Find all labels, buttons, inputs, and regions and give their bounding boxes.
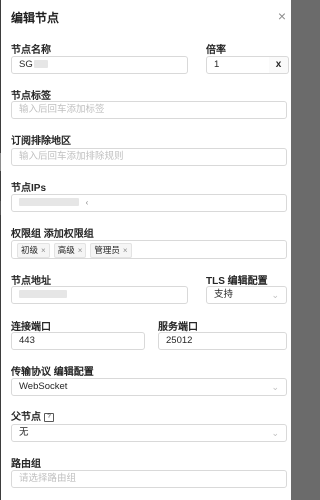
ip-tag-end: ‹ bbox=[85, 198, 89, 207]
redacted-ip bbox=[19, 198, 79, 207]
redacted-address bbox=[19, 290, 67, 299]
chevron-down-icon: ⌄ bbox=[271, 428, 279, 438]
route-group-label: 路由组 bbox=[11, 459, 41, 470]
service-port-input[interactable]: 25012 bbox=[158, 332, 287, 350]
rate-label: 倍率 bbox=[206, 45, 226, 56]
transport-title: 传输协议 bbox=[11, 367, 51, 378]
close-icon[interactable]: × bbox=[274, 8, 290, 24]
rate-value: 1 bbox=[214, 59, 220, 70]
subscribe-exclude-input[interactable]: 输入后回车添加排除规则 bbox=[11, 148, 287, 166]
subscribe-exclude-placeholder: 输入后回车添加排除规则 bbox=[19, 151, 124, 162]
node-tags-label: 节点标签 bbox=[11, 91, 51, 102]
subscribe-exclude-label: 订阅排除地区 bbox=[11, 136, 71, 147]
parent-node-select[interactable]: 无 ⌄ bbox=[11, 424, 287, 442]
route-group-placeholder: 请选择路由组 bbox=[19, 473, 77, 484]
rate-clear-button[interactable]: x bbox=[269, 56, 289, 74]
dialog-title: 编辑节点 bbox=[11, 11, 60, 25]
permission-group-title: 权限组 bbox=[11, 229, 41, 240]
node-ips-input[interactable]: ‹ bbox=[11, 194, 287, 212]
node-address-input[interactable] bbox=[11, 286, 188, 304]
permission-tag-label: 初级 bbox=[21, 245, 39, 255]
node-name-value: SG bbox=[19, 59, 33, 70]
parent-node-label: 父节点? bbox=[11, 408, 54, 423]
node-tags-placeholder: 输入后回车添加标签 bbox=[19, 104, 105, 115]
help-icon[interactable]: ? bbox=[44, 412, 54, 422]
route-group-select[interactable]: 请选择路由组 bbox=[11, 470, 287, 488]
chevron-down-icon: ⌄ bbox=[271, 382, 279, 392]
tls-label: TLS 编辑配置 bbox=[206, 272, 268, 287]
node-name-input[interactable]: SG bbox=[11, 56, 188, 74]
rate-input[interactable]: 1 bbox=[206, 56, 270, 74]
tag-remove-icon[interactable]: × bbox=[41, 246, 46, 255]
permission-group-label: 权限组 添加权限组 bbox=[11, 225, 94, 240]
tag-remove-icon[interactable]: × bbox=[78, 246, 83, 255]
tls-select[interactable]: 支持 ⌄ bbox=[206, 286, 287, 304]
service-port-label: 服务端口 bbox=[158, 322, 198, 333]
connect-port-label: 连接端口 bbox=[11, 322, 51, 333]
add-permission-group-link[interactable]: 添加权限组 bbox=[44, 229, 94, 240]
connect-port-input[interactable]: 443 bbox=[11, 332, 145, 350]
permission-tag-label: 高级 bbox=[57, 245, 75, 255]
edit-node-dialog: 编辑节点 × 节点名称 SG 倍率 1 x 节点标签 输入后回车添加标签 订阅排… bbox=[1, 0, 291, 500]
transport-edit-config-link[interactable]: 编辑配置 bbox=[54, 367, 94, 378]
permission-tag: 高级 × bbox=[53, 243, 87, 258]
permission-tag: 管理员 × bbox=[90, 243, 132, 258]
transport-select[interactable]: WebSocket ⌄ bbox=[11, 378, 287, 396]
tls-value: 支持 bbox=[214, 289, 234, 300]
node-tags-input[interactable]: 输入后回车添加标签 bbox=[11, 101, 287, 119]
tag-remove-icon[interactable]: × bbox=[123, 246, 128, 255]
parent-node-value: 无 bbox=[19, 427, 29, 438]
permission-tag-label: 管理员 bbox=[94, 245, 120, 255]
service-port-value: 25012 bbox=[166, 335, 193, 346]
redacted-text bbox=[33, 60, 48, 69]
node-ips-label: 节点IPs bbox=[11, 183, 47, 194]
node-address-label: 节点地址 bbox=[11, 276, 51, 287]
node-name-label: 节点名称 bbox=[11, 45, 51, 56]
transport-value: WebSocket bbox=[19, 381, 68, 392]
connect-port-value: 443 bbox=[19, 335, 35, 346]
transport-label: 传输协议 编辑配置 bbox=[11, 363, 94, 378]
chevron-down-icon: ⌄ bbox=[271, 290, 279, 300]
parent-node-title: 父节点 bbox=[11, 412, 41, 423]
permission-tag: 初级 × bbox=[17, 243, 50, 258]
permission-group-select[interactable]: 初级 × 高级 × 管理员 × bbox=[11, 240, 287, 259]
